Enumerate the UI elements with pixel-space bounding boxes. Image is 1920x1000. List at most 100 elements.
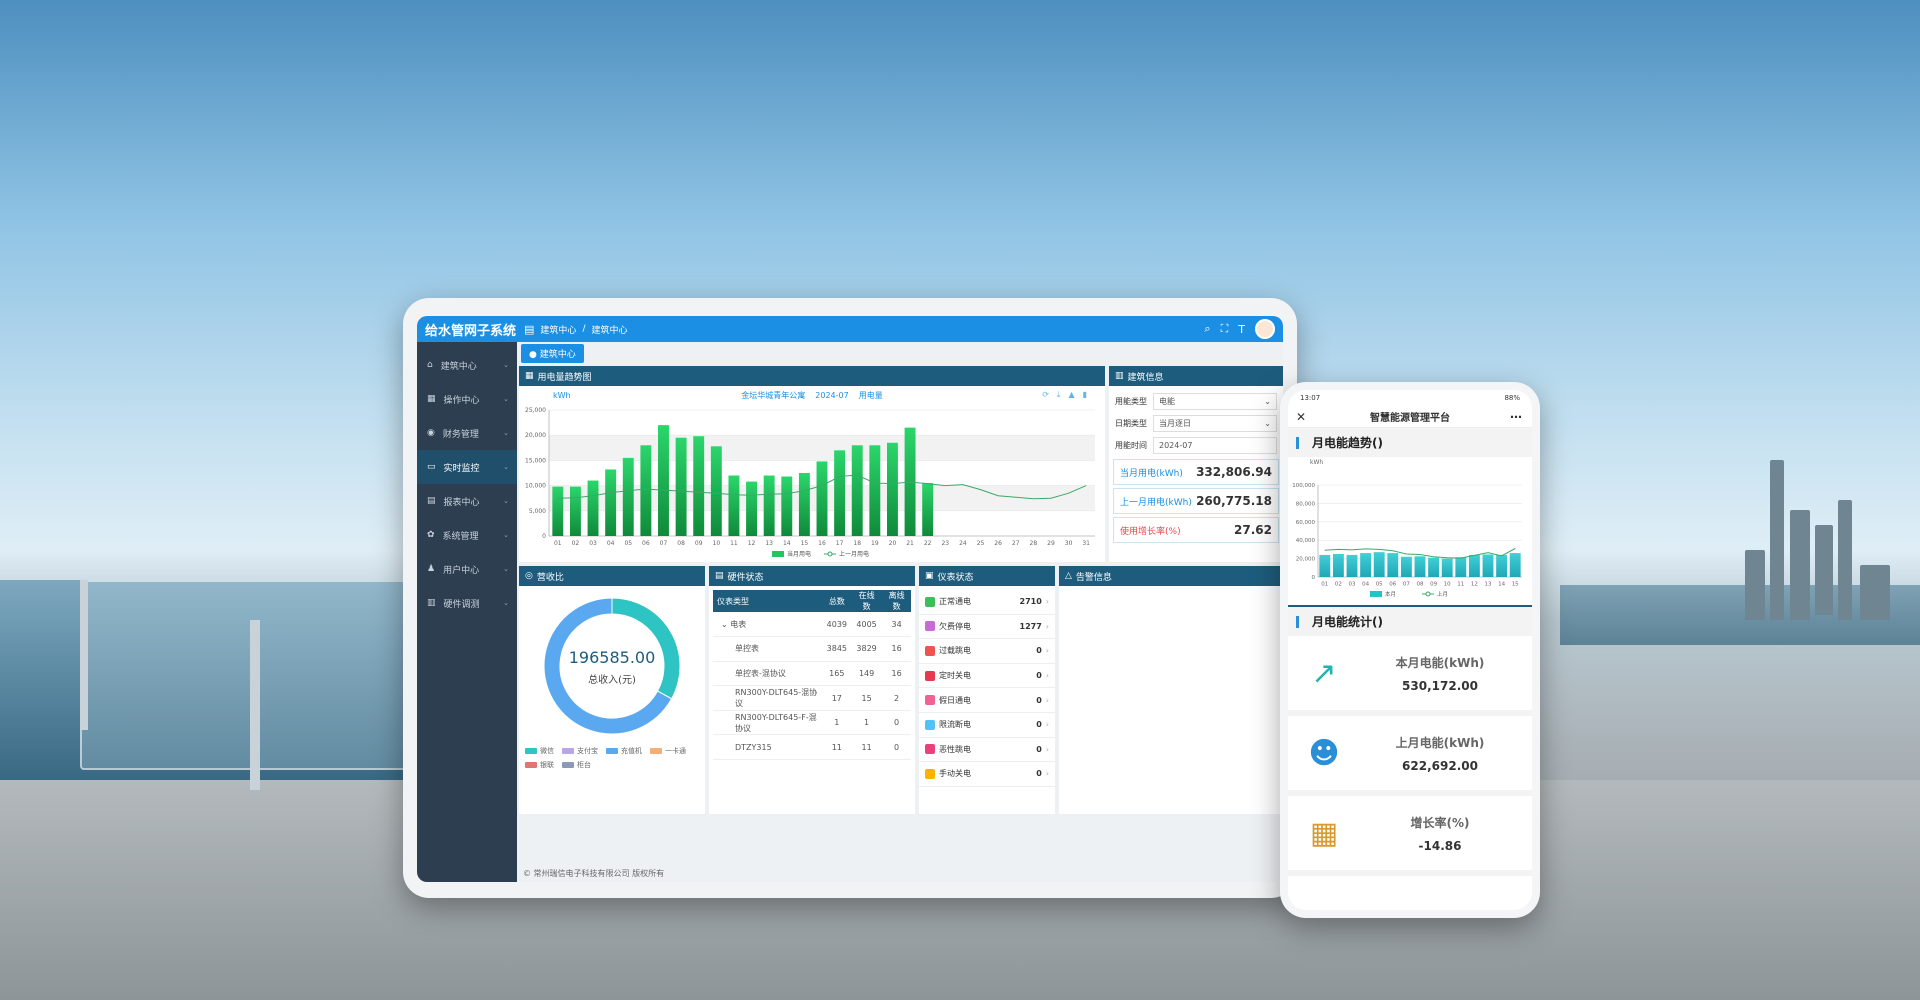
x-tick-label: 23	[941, 540, 949, 547]
status-battery: 88%	[1504, 394, 1520, 402]
x-tick-label: 10	[713, 540, 721, 547]
meter-status-row[interactable]: 限流断电 0 ›	[919, 713, 1055, 738]
meter-status-row[interactable]: 过载跳电 0 ›	[919, 639, 1055, 664]
cell-online: 149	[851, 661, 883, 687]
status-count: 1277	[1019, 621, 1042, 631]
x-tick-label: 03	[1349, 582, 1356, 588]
table-row[interactable]: ⌄ 电表 4039 4005 34	[713, 612, 911, 638]
revenue-total: 196585.00	[568, 648, 656, 667]
sidebar-item-label: 操作中心	[443, 395, 480, 406]
menu-toggle-icon[interactable]: ▤	[524, 323, 534, 336]
sidebar-item[interactable]: ♟ 用户中心 ⌄	[417, 552, 517, 586]
building-icon: ▦	[1309, 815, 1339, 851]
table-row[interactable]: RN300Y-DLT645-F-混协议 1 1 0	[713, 710, 911, 736]
bar	[1414, 556, 1426, 577]
status-label: 欠费停电	[939, 621, 971, 631]
field-value: 电能	[1159, 396, 1175, 406]
bar	[710, 446, 722, 536]
stats-section-header: 月电能统计()	[1288, 605, 1532, 636]
bar	[886, 442, 898, 536]
table-row[interactable]: 单控表 3845 3829 16	[713, 636, 911, 662]
meter-status-row[interactable]: 手动关电 0 ›	[919, 762, 1055, 787]
meter-status-row[interactable]: 定时关电 0 ›	[919, 664, 1055, 689]
caption-building: 金坛华城青年公寓	[741, 390, 806, 400]
field-select[interactable]: 电能 ⌄	[1153, 392, 1277, 410]
sidebar-item[interactable]: ▭ 实时监控 ⌄	[417, 450, 517, 484]
bar	[1360, 553, 1372, 577]
breadcrumb-item[interactable]: 建筑中心	[540, 323, 576, 336]
legend-item[interactable]: 支付宝	[562, 746, 598, 756]
sidebar-item[interactable]: ▦ 操作中心 ⌄	[417, 382, 517, 416]
form-row: 用能时间 2024-07	[1109, 434, 1283, 456]
more-icon[interactable]: ⋯	[1510, 410, 1522, 424]
field-label: 用能类型	[1115, 396, 1147, 406]
meter-status-row[interactable]: 假日通电 0 ›	[919, 688, 1055, 713]
table-header: 在线数	[851, 590, 883, 612]
bar	[869, 445, 881, 536]
legend-swatch	[606, 748, 618, 754]
legend-item[interactable]: 银联	[525, 760, 554, 770]
sidebar-item[interactable]: ✿ 系统管理 ⌄	[417, 518, 517, 552]
stat-box: 上一月用电(kWh) 260,775.18	[1113, 488, 1279, 514]
bar	[816, 461, 828, 536]
stat-value: 332,806.94	[1196, 465, 1272, 479]
status-label: 假日通电	[939, 695, 971, 705]
x-tick-label: 16	[818, 540, 826, 547]
panel-header: △ 告警信息	[1059, 566, 1283, 586]
grid-icon: ▦	[427, 394, 436, 404]
status-time: 13:07	[1300, 394, 1321, 402]
y-tick-label: 0	[542, 533, 546, 540]
gear-icon: ✿	[427, 530, 435, 540]
footer: © 常州瑞信电子科技有限公司 版权所有	[523, 868, 665, 878]
table-row[interactable]: DTZY315 11 11 0	[713, 734, 911, 761]
meter-status-row[interactable]: 欠费停电 1277 ›	[919, 615, 1055, 640]
bar	[552, 486, 564, 536]
avatar[interactable]	[1255, 319, 1275, 339]
chart-toolbox[interactable]: ⟳⤓▲▮	[1042, 390, 1095, 400]
close-icon[interactable]: ✕	[1296, 410, 1306, 424]
meter-status-row[interactable]: 恶性跳电 0 ›	[919, 738, 1055, 763]
x-tick-label: 08	[1417, 582, 1424, 588]
legend-item[interactable]: 柜台	[562, 760, 591, 770]
stat-text: 上月电能(kWh) 622,692.00	[1364, 734, 1516, 773]
legend-item[interactable]: 一卡通	[650, 746, 686, 756]
sidebar-item[interactable]: ▤ 报表中心 ⌄	[417, 484, 517, 518]
x-tick-label: 08	[677, 540, 685, 547]
search-icon[interactable]: ⌕	[1204, 322, 1210, 336]
chevron-down-icon: ⌄	[1264, 396, 1271, 406]
sidebar-item-label: 用户中心	[443, 565, 480, 576]
cell-name: ⌄ 电表	[713, 612, 823, 638]
meter-status-row[interactable]: 正常通电 2710 ›	[919, 590, 1055, 615]
bar	[1332, 554, 1344, 577]
table-row[interactable]: RN300Y-DLT645-混协议 17 15 2	[713, 685, 911, 711]
fullscreen-icon[interactable]: ⛶	[1221, 322, 1229, 336]
sidebar-item[interactable]: ▥ 硬件调测 ⌄	[417, 586, 517, 620]
panel-title: 建筑信息	[1127, 372, 1164, 383]
building-info-panel: ▥ 建筑信息 用能类型 电能 ⌄ 日期类型 当月逐日 ⌄ 用能时间 2024-07 当月用电(k…	[1109, 366, 1283, 562]
sidebar-item-label: 报表中心	[443, 497, 480, 508]
sidebar-item-label: 建筑中心	[440, 361, 477, 372]
sidebar-item[interactable]: ◉ 财务管理 ⌄	[417, 416, 517, 450]
cell-offline: 2	[882, 685, 911, 711]
cell-online: 4005	[851, 612, 883, 638]
tab-building-center[interactable]: ● 建筑中心	[521, 343, 584, 363]
skyline-tower	[1838, 500, 1852, 620]
field-select[interactable]: 2024-07	[1153, 436, 1277, 454]
x-tick-label: 06	[1389, 582, 1396, 588]
stat-value: 530,172.00	[1402, 678, 1478, 693]
cell-online: 15	[851, 685, 883, 711]
sidebar-item[interactable]: ⌂ 建筑中心 ⌄	[417, 348, 517, 382]
x-tick-label: 07	[1403, 582, 1410, 588]
cell-total: 3845	[822, 636, 851, 662]
bar	[1496, 554, 1508, 577]
cell-total: 1	[822, 710, 851, 736]
chevron-right-icon: ›	[1045, 646, 1049, 656]
field-select[interactable]: 当月逐日 ⌄	[1153, 414, 1277, 432]
table-row[interactable]: 单控表-混协议 165 149 16	[713, 661, 911, 687]
user-report-icon: ☻	[1308, 735, 1340, 771]
legend-item[interactable]: 微信	[525, 746, 554, 756]
legend-item[interactable]: 充值机	[606, 746, 642, 756]
chevron-right-icon: ›	[1045, 720, 1049, 730]
font-size-icon[interactable]: T	[1238, 323, 1245, 336]
trend-panel: ▦ 用电量趋势图 kWh 金坛华城青年公寓 2024-07 用电量 ⟳⤓▲▮ 05…	[519, 366, 1105, 562]
